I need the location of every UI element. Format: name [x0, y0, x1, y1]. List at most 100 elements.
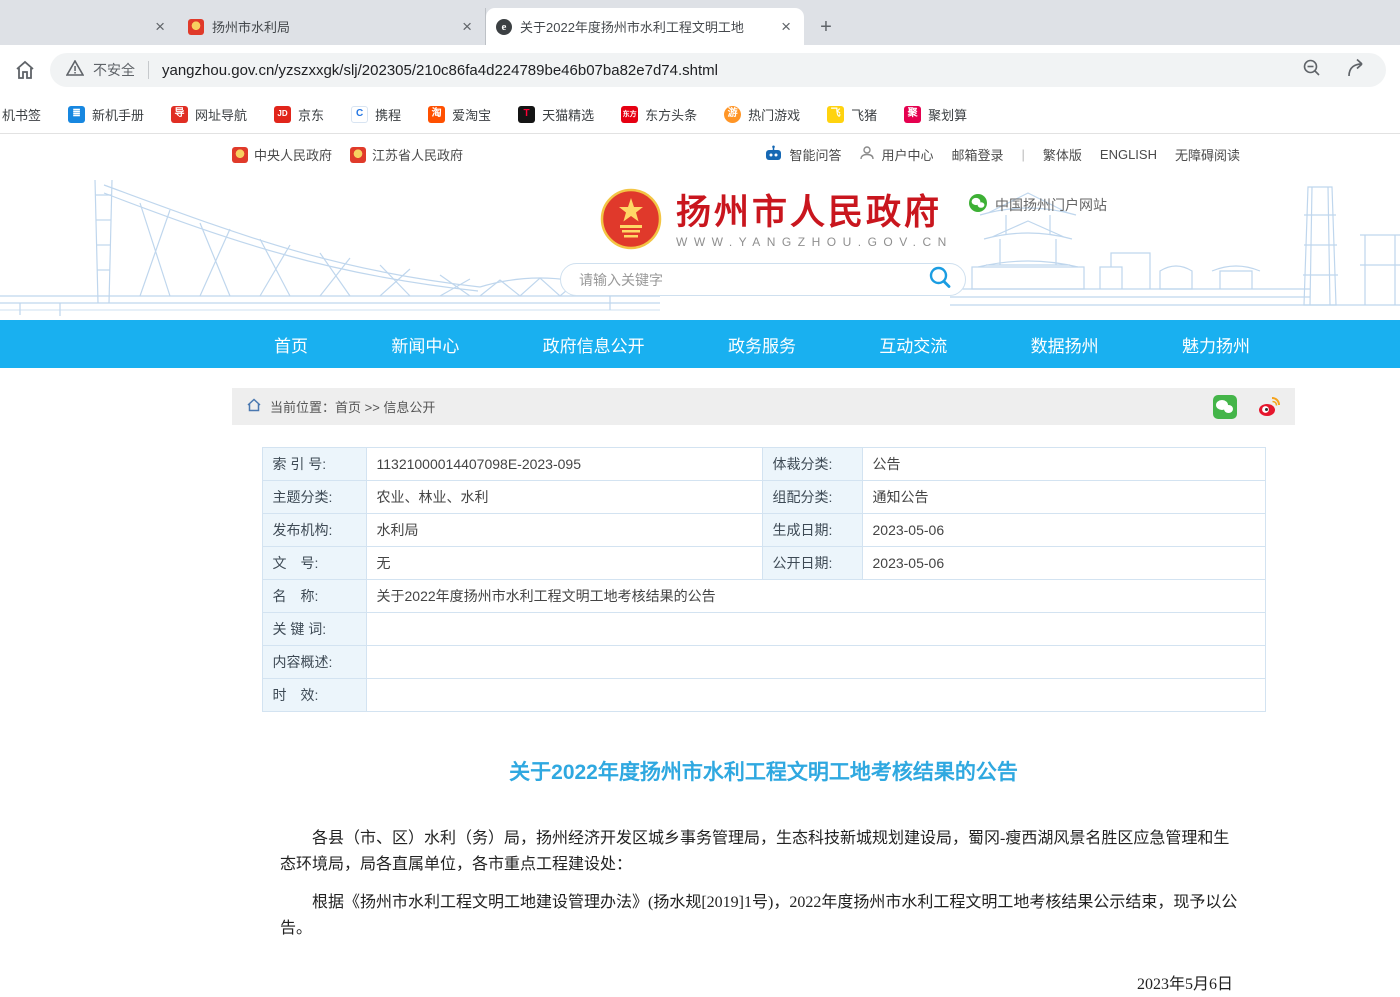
meta-value: 2023-05-06	[862, 547, 1265, 580]
bookmark-jd[interactable]: JD 京东	[274, 105, 324, 124]
meta-value	[366, 646, 1265, 679]
nav-services[interactable]: 政务服务	[728, 332, 796, 357]
meta-label: 时 效:	[262, 679, 366, 712]
fliggy-icon: 飞	[827, 106, 844, 123]
manual-icon: ≣	[68, 106, 85, 123]
breadcrumb-home-icon[interactable]	[246, 398, 262, 415]
site-utility-bar: 中央人民政府 江苏省人民政府 智能问答 用户中心 邮箱登录	[0, 134, 1400, 175]
article-date: 2023年5月6日	[280, 972, 1245, 997]
tab-2-title: 扬州市水利局	[212, 17, 451, 36]
table-row: 名 称: 关于2022年度扬州市水利工程文明工地考核结果的公告	[262, 580, 1265, 613]
site-logo[interactable]: 扬州市人民政府 WWW.YANGZHOU.GOV.CN	[600, 188, 953, 255]
meta-label: 组配分类:	[762, 481, 862, 514]
bookmark-mobile[interactable]: 机书签	[2, 105, 41, 124]
toutiao-icon: 东方	[621, 106, 638, 123]
nav-site-icon: 导	[171, 106, 188, 123]
zoom-out-icon[interactable]	[1301, 57, 1323, 84]
article-paragraph: 根据《扬州市水利工程文明工地建设管理办法》(扬水规[2019]1号)，2022年…	[280, 890, 1245, 942]
tab-2[interactable]: 扬州市水利局 ×	[178, 8, 486, 45]
table-row: 时 效:	[262, 679, 1265, 712]
meta-label: 内容概述:	[262, 646, 366, 679]
bookmarks-bar: 机书签 ≣ 新机手册 导 网址导航 JD 京东 C 携程 淘 爱淘宝 T 天猫精…	[0, 95, 1400, 134]
taobao-icon: 淘	[428, 106, 445, 123]
link-english[interactable]: ENGLISH	[1100, 147, 1157, 162]
address-bar: 不安全 yangzhou.gov.cn/yzszxxgk/slj/202305/…	[0, 45, 1400, 95]
link-mail-login[interactable]: 邮箱登录	[951, 145, 1003, 164]
omnibox-divider	[148, 61, 149, 79]
meta-label: 公开日期:	[762, 547, 862, 580]
meta-value	[366, 679, 1265, 712]
meta-value: 公告	[862, 448, 1265, 481]
tab-1[interactable]: ×	[0, 8, 178, 45]
link-user-center[interactable]: 用户中心	[859, 145, 933, 164]
bookmark-toutiao[interactable]: 东方 东方头条	[621, 105, 697, 124]
nav-news[interactable]: 新闻中心	[391, 332, 459, 357]
meta-label: 体裁分类:	[762, 448, 862, 481]
topbar-divider: |	[1022, 147, 1025, 162]
site-banner: 扬州市人民政府 WWW.YANGZHOU.GOV.CN 中国扬州门户网站	[0, 175, 1400, 320]
warning-icon[interactable]	[66, 60, 84, 81]
nav-interaction[interactable]: 互动交流	[879, 332, 947, 357]
nav-data[interactable]: 数据扬州	[1031, 332, 1099, 357]
tmall-icon: T	[518, 106, 535, 123]
tab-1-close-icon[interactable]: ×	[152, 18, 168, 35]
url-text[interactable]: yangzhou.gov.cn/yzszxxgk/slj/202305/210c…	[162, 62, 718, 79]
link-accessible[interactable]: 无障碍阅读	[1175, 145, 1240, 164]
breadcrumb: 当前位置：首页 >> 信息公开	[232, 388, 1295, 425]
security-label[interactable]: 不安全	[93, 60, 135, 80]
weibo-share-icon[interactable]	[1257, 395, 1281, 419]
wechat-icon	[968, 193, 988, 216]
link-smart-qa[interactable]: 智能问答	[764, 145, 841, 165]
metadata-table: 索 引 号: 11321000014407098E-2023-095 体裁分类:…	[262, 447, 1266, 712]
nav-charm[interactable]: 魅力扬州	[1182, 332, 1250, 357]
meta-label: 关 键 词:	[262, 613, 366, 646]
new-tab-button[interactable]: +	[812, 13, 840, 41]
meta-value: 水利局	[366, 514, 762, 547]
meta-value: 关于2022年度扬州市水利工程文明工地考核结果的公告	[366, 580, 1265, 613]
main-nav: 首页 新闻中心 政府信息公开 政务服务 互动交流 数据扬州 魅力扬州	[0, 320, 1400, 368]
bookmark-aitaobao[interactable]: 淘 爱淘宝	[428, 105, 491, 124]
site-url-label: WWW.YANGZHOU.GOV.CN	[676, 235, 953, 249]
link-central-gov[interactable]: 中央人民政府	[232, 145, 332, 164]
bookmark-juhuasuan[interactable]: 聚 聚划算	[904, 105, 967, 124]
ctrip-icon: C	[351, 106, 368, 123]
url-input[interactable]: 不安全 yangzhou.gov.cn/yzszxxgk/slj/202305/…	[50, 53, 1386, 87]
link-traditional[interactable]: 繁体版	[1043, 145, 1082, 164]
tab-3-close-icon[interactable]: ×	[778, 18, 794, 35]
search-icon[interactable]	[927, 264, 953, 295]
wechat-share-icon[interactable]	[1213, 395, 1237, 419]
page-favicon: e	[496, 19, 512, 35]
search-input[interactable]	[579, 272, 927, 288]
jd-icon: JD	[274, 106, 291, 123]
bookmark-fliggy[interactable]: 飞 飞猪	[827, 105, 877, 124]
meta-value: 农业、林业、水利	[366, 481, 762, 514]
table-row: 关 键 词:	[262, 613, 1265, 646]
portal-link[interactable]: 中国扬州门户网站	[968, 193, 1107, 216]
article-paragraph: 各县（市、区）水利（务）局，扬州经济开发区城乡事务管理局，生态科技新城规划建设局…	[280, 826, 1245, 878]
home-icon[interactable]	[14, 59, 36, 81]
content-panel: 当前位置：首页 >> 信息公开 索 引 号: 11321000014407098…	[232, 388, 1295, 997]
bookmark-url-nav[interactable]: 导 网址导航	[171, 105, 247, 124]
meta-label: 发布机构:	[262, 514, 366, 547]
bookmark-games[interactable]: 游 热门游戏	[724, 105, 800, 124]
bookmark-tmall[interactable]: T 天猫精选	[518, 105, 594, 124]
tab-3-active[interactable]: e 关于2022年度扬州市水利工程文明工地 ×	[486, 8, 804, 45]
meta-label: 生成日期:	[762, 514, 862, 547]
user-icon	[859, 145, 875, 164]
bookmark-manual[interactable]: ≣ 新机手册	[68, 105, 144, 124]
share-icon[interactable]	[1346, 57, 1370, 84]
meta-label: 文 号:	[262, 547, 366, 580]
nav-home[interactable]: 首页	[274, 332, 308, 357]
robot-icon	[764, 145, 783, 165]
meta-value: 11321000014407098E-2023-095	[366, 448, 762, 481]
link-jiangsu-gov[interactable]: 江苏省人民政府	[350, 145, 463, 164]
meta-label: 索 引 号:	[262, 448, 366, 481]
article-body: 各县（市、区）水利（务）局，扬州经济开发区城乡事务管理局，生态科技新城规划建设局…	[232, 826, 1295, 997]
tab-2-close-icon[interactable]: ×	[459, 18, 475, 35]
nav-info-disclosure[interactable]: 政府信息公开	[543, 332, 645, 357]
bookmark-ctrip[interactable]: C 携程	[351, 105, 401, 124]
emblem-icon	[350, 147, 366, 163]
meta-value: 通知公告	[862, 481, 1265, 514]
breadcrumb-text[interactable]: 当前位置：首页 >> 信息公开	[270, 397, 435, 416]
article-title: 关于2022年度扬州市水利工程文明工地考核结果的公告	[232, 756, 1295, 786]
